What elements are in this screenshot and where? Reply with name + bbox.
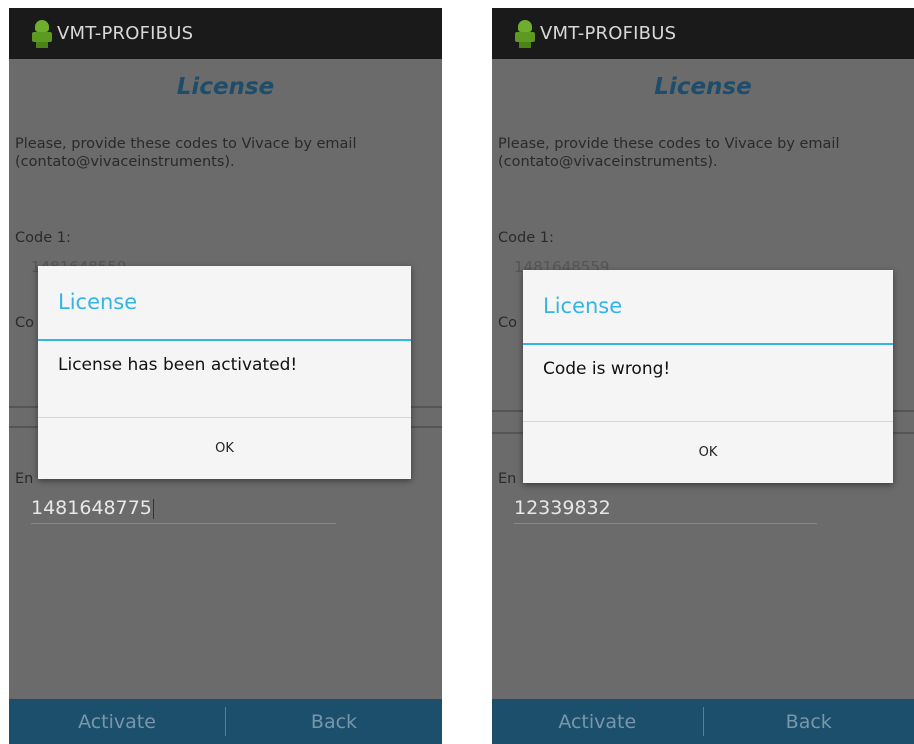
bottom-button-bar: Activate Back [9, 699, 442, 744]
app-title: VMT-PROFIBUS [540, 23, 677, 44]
dialog-title-divider [523, 343, 893, 345]
ok-button[interactable]: OK [523, 422, 893, 483]
dialog-message: License has been activated! [58, 355, 298, 375]
phone-screen-wrong-code: VMT-PROFIBUS License Please, provide the… [492, 8, 914, 744]
app-title: VMT-PROFIBUS [57, 23, 194, 44]
license-dialog: License License has been activated! OK [38, 266, 411, 479]
license-dialog: License Code is wrong! OK [523, 270, 893, 483]
action-bar: VMT-PROFIBUS [9, 8, 442, 59]
activate-button[interactable]: Activate [9, 699, 225, 744]
robot-app-icon [31, 19, 53, 48]
license-code-input-value: 12339832 [514, 497, 611, 519]
dialog-title: License [58, 290, 138, 314]
ok-button[interactable]: OK [38, 418, 411, 479]
code1-label: Code 1: [498, 230, 554, 246]
text-cursor [152, 498, 154, 519]
code1-label: Code 1: [15, 230, 71, 246]
activate-button[interactable]: Activate [492, 699, 703, 744]
license-code-input[interactable]: 12339832 [514, 495, 817, 524]
code2-label: Co [15, 315, 34, 331]
instructions-text: Please, provide these codes to Vivace by… [498, 136, 840, 170]
code2-label: Co [498, 315, 517, 331]
dialog-title-divider [38, 339, 411, 341]
enter-code-label: En [15, 471, 34, 487]
action-bar: VMT-PROFIBUS [492, 8, 914, 59]
robot-app-icon [514, 19, 536, 48]
page-title: License [654, 74, 752, 100]
license-code-input-value: 1481648775 [31, 497, 152, 519]
license-code-input[interactable]: 1481648775 [31, 495, 336, 524]
phone-screen-activated: VMT-PROFIBUS License Please, provide the… [9, 8, 442, 744]
instructions-text: Please, provide these codes to Vivace by… [15, 136, 357, 170]
dialog-message: Code is wrong! [543, 359, 671, 379]
back-button[interactable]: Back [704, 699, 914, 744]
bottom-button-bar: Activate Back [492, 699, 914, 744]
enter-code-label: En [498, 471, 517, 487]
dialog-title: License [543, 294, 623, 318]
page-title: License [176, 74, 275, 100]
back-button[interactable]: Back [226, 699, 442, 744]
